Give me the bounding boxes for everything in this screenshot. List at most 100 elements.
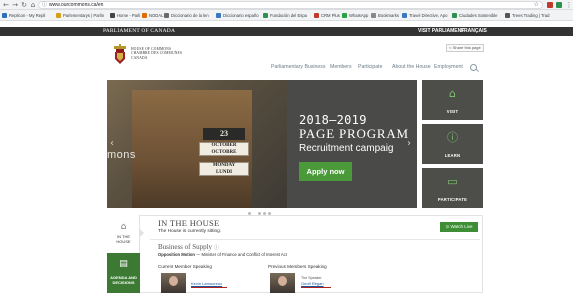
chat-icon: ▭ [447, 175, 458, 188]
tile-learn[interactable]: ⓘ LEARN [422, 124, 483, 164]
parliament-link[interactable]: PARLIAMENT OF CANADA [103, 27, 175, 36]
sign-day-card: MONDAY LUNDI [199, 162, 249, 176]
address-bar[interactable]: ⓘ www.ourcommons.ca/en ☆ [38, 1, 543, 9]
apply-now-button[interactable]: Apply now [299, 162, 352, 181]
previous-speaker-heading: Previous Members Speaking [268, 264, 327, 269]
section-title: IN THE HOUSE [158, 218, 220, 228]
hero-recruitment: Recruitment campaig [299, 143, 394, 154]
star-icon[interactable]: ☆ [534, 2, 539, 9]
watch-live-label: Watch Live [450, 224, 473, 229]
agenda-tab-label: AGENDA AND DECISIONS [107, 275, 140, 285]
bookmark[interactable]: Bookmarks [371, 12, 399, 19]
menu-icon[interactable]: ⋮ [565, 1, 573, 9]
bookmark[interactable]: Travel Directive, Apo [402, 12, 447, 19]
motion-line: Opposition Motion — Minister of Finance … [158, 252, 287, 257]
tab-label-line: HOUSE [116, 239, 131, 244]
previous-speaker-photo[interactable] [270, 273, 295, 293]
bookmark-icon [371, 13, 376, 18]
bookmark[interactable]: Parlementarys | Parlin [56, 12, 104, 19]
in-the-house-tab-label: IN THE HOUSE [107, 234, 140, 244]
info-icon: ⓘ [42, 2, 48, 8]
share-button[interactable]: < Share this page [446, 44, 484, 52]
bookmark-icon [452, 13, 457, 18]
sign-day-fr: LUNDI [215, 169, 233, 175]
carousel-dots [248, 202, 273, 215]
parliament-bar: PARLIAMENT OF CANADA VISIT PARLIAMENT FR… [0, 27, 573, 36]
extension-icon[interactable] [556, 2, 562, 8]
hero-slide-text: mons [107, 149, 136, 161]
building-icon: ⌂ [449, 87, 456, 100]
sign-month-fr: OCTOBRE [211, 149, 237, 155]
house-status: The House is currently sitting. [158, 229, 222, 234]
forward-icon[interactable]: → [11, 1, 19, 9]
bookmark-icon [2, 13, 7, 18]
house-title: HOUSE OF COMMONS CHAMBRE DES COMMUNES CA… [131, 47, 182, 60]
bookmark-icon [505, 13, 510, 18]
url-text: www.ourcommons.ca/en [49, 2, 104, 8]
previous-speaker-role: The Speaker [301, 276, 322, 280]
bookmarks-bar: Replicon - My Repli Parlementarys | Parl… [0, 10, 573, 21]
search-icon[interactable] [470, 64, 477, 71]
house-title-line: CANADA [131, 55, 148, 60]
bookmark-icon [216, 13, 221, 18]
bookmark[interactable]: Diccionario españo [216, 12, 259, 19]
current-speaker-heading: Current Member Speaking [158, 264, 212, 269]
home-icon[interactable]: ⌂ [29, 1, 37, 9]
bookmark[interactable]: WhatsApp [342, 12, 368, 19]
bookmark-icon [142, 13, 147, 18]
current-speaker-photo[interactable] [161, 273, 186, 293]
bookmark-icon [56, 13, 61, 18]
browser-toolbar: ← → ↻ ⌂ ⓘ www.ourcommons.ca/en ☆ ⋮ [0, 0, 573, 10]
speaker-underline [301, 287, 331, 288]
tile-label: LEARN [444, 153, 461, 158]
bookmark[interactable]: Home - Parli [110, 12, 140, 19]
house-crest-logo[interactable] [113, 44, 127, 66]
speaker-underline [191, 287, 227, 288]
tile-visit[interactable]: ⌂ VISIT [422, 80, 483, 120]
bookmark[interactable]: Trees Trading | Trad [505, 12, 549, 19]
sign-month-card: OCTOBER OCTOBRE [199, 142, 249, 156]
bookmark-icon [342, 13, 347, 18]
tab-label-line: DECISIONS [112, 280, 135, 285]
hero-program: PAGE PROGRAM [299, 126, 409, 141]
divider [150, 239, 480, 240]
business-title-text: Business of Supply [158, 243, 213, 251]
extension-icon[interactable] [547, 2, 553, 8]
tile-label: PARTICIPATE [437, 197, 468, 202]
bookmark[interactable]: Ciudades Sostenible [452, 12, 497, 19]
nav-about-the-house[interactable]: About the House [392, 64, 431, 71]
bookmark[interactable]: NODAL [142, 12, 163, 19]
bookmark-icon [110, 13, 115, 18]
previous-speaker-name[interactable]: Geoff Regan [301, 281, 324, 286]
bookmark-icon [402, 13, 407, 18]
current-speaker-name[interactable]: Kevin Lamoureux [191, 281, 222, 286]
document-icon: ▤ [119, 259, 128, 269]
bookmark[interactable]: Diccionario de la len [164, 12, 209, 19]
nav-parliamentary-business[interactable]: Parliamentary Business [271, 64, 326, 71]
tile-label: VISIT [446, 109, 459, 114]
back-icon[interactable]: ← [2, 1, 10, 9]
motion-label: Opposition Motion [158, 252, 195, 257]
tile-participate[interactable]: ▭ PARTICIPATE [422, 168, 483, 208]
nav-employment[interactable]: Employment [434, 64, 463, 71]
face [169, 276, 178, 286]
language-link[interactable]: FRANÇAIS [461, 27, 487, 36]
bookmark[interactable]: Replicon - My Repli [2, 12, 45, 19]
face [278, 276, 287, 286]
info-icon[interactable]: ⓘ [214, 246, 219, 251]
bookmark-icon [263, 13, 268, 18]
bookmark[interactable]: CRM Plus [314, 12, 340, 19]
sign-day-number: 23 [203, 128, 245, 140]
motion-text: — Minister of Finance and Conflict of In… [196, 252, 287, 257]
nav-participate[interactable]: Participate [358, 64, 383, 71]
info-icon: ⓘ [447, 131, 458, 144]
nav-members[interactable]: Members [330, 64, 352, 71]
bookmark[interactable]: Fundación del Espa [263, 12, 307, 19]
reload-icon[interactable]: ↻ [20, 1, 28, 9]
watch-live-button[interactable]: ⊙ Watch Live [440, 222, 478, 232]
tab-pointer [140, 229, 144, 237]
parliament-building-icon: ⌂ [120, 222, 127, 232]
bookmark-icon [314, 13, 319, 18]
chevron-left-icon[interactable]: ‹ [110, 138, 114, 149]
visit-parliament-link[interactable]: VISIT PARLIAMENT [418, 27, 464, 36]
